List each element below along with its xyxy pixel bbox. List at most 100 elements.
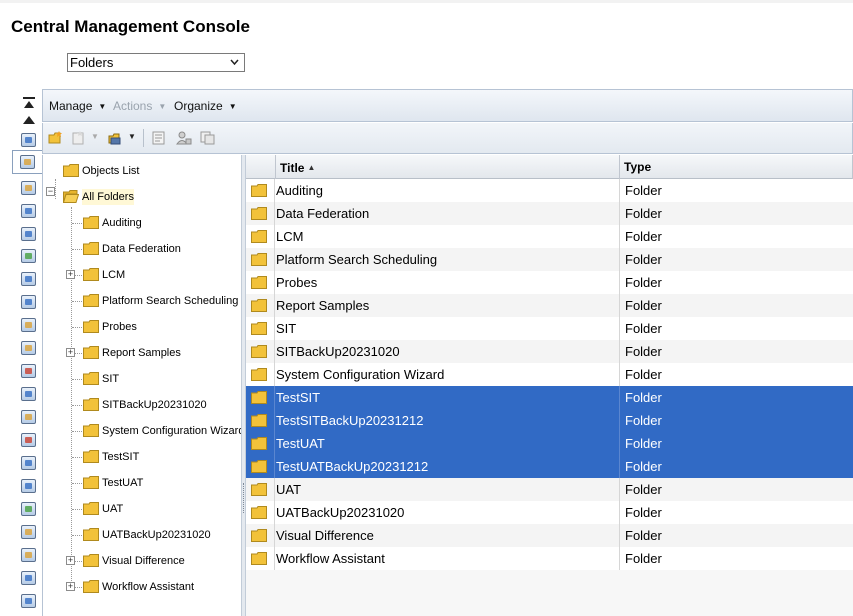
sidebar-btn-connections[interactable] <box>18 315 39 334</box>
row-title[interactable]: TestUATBackUp20231212 <box>276 459 428 474</box>
table-row[interactable]: Report Samples Folder <box>246 294 853 317</box>
table-row[interactable]: TestUATBackUp20231212 Folder <box>246 455 853 478</box>
sidebar-btn-licenses[interactable] <box>18 545 39 564</box>
row-type: Folder <box>619 478 853 501</box>
new-folder-icon[interactable] <box>48 131 64 145</box>
row-title[interactable]: UATBackUp20231020 <box>276 505 404 520</box>
table-row[interactable]: Auditing Folder <box>246 179 853 202</box>
row-title[interactable]: Report Samples <box>276 298 369 313</box>
organize-dropdown[interactable]: ▼ <box>128 132 136 141</box>
row-title[interactable]: Data Federation <box>276 206 369 221</box>
sidebar-btn-universes[interactable] <box>18 338 39 357</box>
sidebar-btn-sessions[interactable] <box>18 430 39 449</box>
expand-expander[interactable]: + <box>66 582 75 591</box>
tree-node-label: SIT <box>102 373 120 385</box>
sidebar-btn-instances[interactable] <box>18 453 39 472</box>
tree-node-label: Platform Search Scheduling <box>102 295 239 307</box>
collapse-expander[interactable]: − <box>46 187 55 196</box>
table-row[interactable]: System Configuration Wizard Folder <box>246 363 853 386</box>
table-row[interactable]: Data Federation Folder <box>246 202 853 225</box>
sidebar-btn-calendars[interactable] <box>18 384 39 403</box>
sidebar-btn-folders[interactable] <box>12 150 42 174</box>
table-row[interactable]: TestSIT Folder <box>246 386 853 409</box>
row-icon-cell <box>246 547 275 570</box>
tree-guide <box>72 249 82 250</box>
folder-icon <box>251 276 267 289</box>
expand-expander[interactable]: + <box>66 348 75 357</box>
sidebar-btn-server-groups[interactable] <box>18 292 39 311</box>
row-title[interactable]: Auditing <box>276 183 323 198</box>
sidebar-btn-personal[interactable] <box>18 178 39 197</box>
row-title[interactable]: System Configuration Wizard <box>276 367 444 382</box>
organize-icon[interactable] <box>108 131 124 145</box>
copy-icon[interactable] <box>200 131 216 145</box>
row-title[interactable]: SITBackUp20231020 <box>276 344 400 359</box>
sidebar-btn-users[interactable] <box>18 246 39 265</box>
row-title[interactable]: SIT <box>276 321 296 336</box>
new-object-icon[interactable] <box>71 131 87 145</box>
table-row[interactable]: UATBackUp20231020 Folder <box>246 501 853 524</box>
sidebar-btn-access-levels[interactable] <box>18 361 39 380</box>
table-row[interactable]: Platform Search Scheduling Folder <box>246 248 853 271</box>
row-title[interactable]: Platform Search Scheduling <box>276 252 437 267</box>
actions-menu[interactable]: Actions ▼ <box>113 99 166 113</box>
row-title[interactable]: LCM <box>276 229 303 244</box>
sidebar-btn-applications[interactable] <box>18 476 39 495</box>
table-row[interactable]: Probes Folder <box>246 271 853 294</box>
view-select[interactable]: Folders <box>67 53 245 72</box>
tree-guide <box>72 509 82 510</box>
row-title[interactable]: TestUAT <box>276 436 325 451</box>
users-groups-icon <box>21 248 36 263</box>
row-icon-cell <box>246 202 275 225</box>
folder-icon <box>63 164 79 177</box>
row-type: Folder <box>619 455 853 478</box>
manage-menu[interactable]: Manage ▼ <box>49 99 106 113</box>
row-type: Folder <box>619 317 853 340</box>
sidebar-btn-federation[interactable] <box>18 591 39 610</box>
table-row[interactable]: UAT Folder <box>246 478 853 501</box>
row-title[interactable]: Visual Difference <box>276 528 374 543</box>
table-row[interactable]: SIT Folder <box>246 317 853 340</box>
row-icon-cell <box>246 386 275 409</box>
tree-node-label: System Configuration Wizard <box>102 425 241 437</box>
expand-expander[interactable]: + <box>66 556 75 565</box>
row-title[interactable]: UAT <box>276 482 301 497</box>
sidebar-btn-categories[interactable] <box>18 201 39 220</box>
sidebar-btn-auditing[interactable] <box>18 499 39 518</box>
top-strip <box>0 0 853 3</box>
table-row[interactable]: SITBackUp20231020 Folder <box>246 340 853 363</box>
row-title[interactable]: TestSITBackUp20231212 <box>276 413 423 428</box>
folders-tab-icon <box>20 155 35 169</box>
scroll-up-button[interactable] <box>18 110 39 129</box>
table-row[interactable]: TestUAT Folder <box>246 432 853 455</box>
user-security-icon[interactable] <box>176 131 192 145</box>
folder-icon <box>83 216 99 229</box>
table-row[interactable]: Visual Difference Folder <box>246 524 853 547</box>
sidebar-btn-servers[interactable] <box>18 269 39 288</box>
table-row[interactable]: Workflow Assistant Folder <box>246 547 853 570</box>
folder-tree: Objects List − All Folders Auditing Data … <box>42 155 241 616</box>
chevron-down-icon[interactable] <box>229 54 240 73</box>
tree-node-label: SITBackUp20231020 <box>102 399 207 411</box>
row-title[interactable]: Probes <box>276 275 317 290</box>
sidebar-btn-inbox[interactable] <box>18 224 39 243</box>
row-type: Folder <box>619 501 853 524</box>
tree-node-label: Auditing <box>102 217 142 229</box>
organize-menu[interactable]: Organize ▼ <box>174 99 237 113</box>
table-row[interactable]: TestSITBackUp20231212 Folder <box>246 409 853 432</box>
sidebar-btn-events[interactable] <box>18 407 39 426</box>
expand-expander[interactable]: + <box>66 270 75 279</box>
table-row[interactable]: LCM Folder <box>246 225 853 248</box>
header-type[interactable]: Type <box>620 155 853 179</box>
row-icon-cell <box>246 271 275 294</box>
splitter-grip[interactable] <box>243 483 245 513</box>
sidebar-btn-authentication[interactable] <box>18 522 39 541</box>
sidebar-btn-home[interactable] <box>18 130 39 149</box>
sidebar-btn-settings[interactable] <box>18 568 39 587</box>
new-object-dropdown[interactable]: ▼ <box>91 132 99 141</box>
row-title[interactable]: Workflow Assistant <box>276 551 385 566</box>
row-title[interactable]: TestSIT <box>276 390 320 405</box>
header-title[interactable]: Title ▲ <box>276 155 620 179</box>
properties-icon[interactable] <box>151 131 167 145</box>
folder-icon <box>251 414 267 427</box>
